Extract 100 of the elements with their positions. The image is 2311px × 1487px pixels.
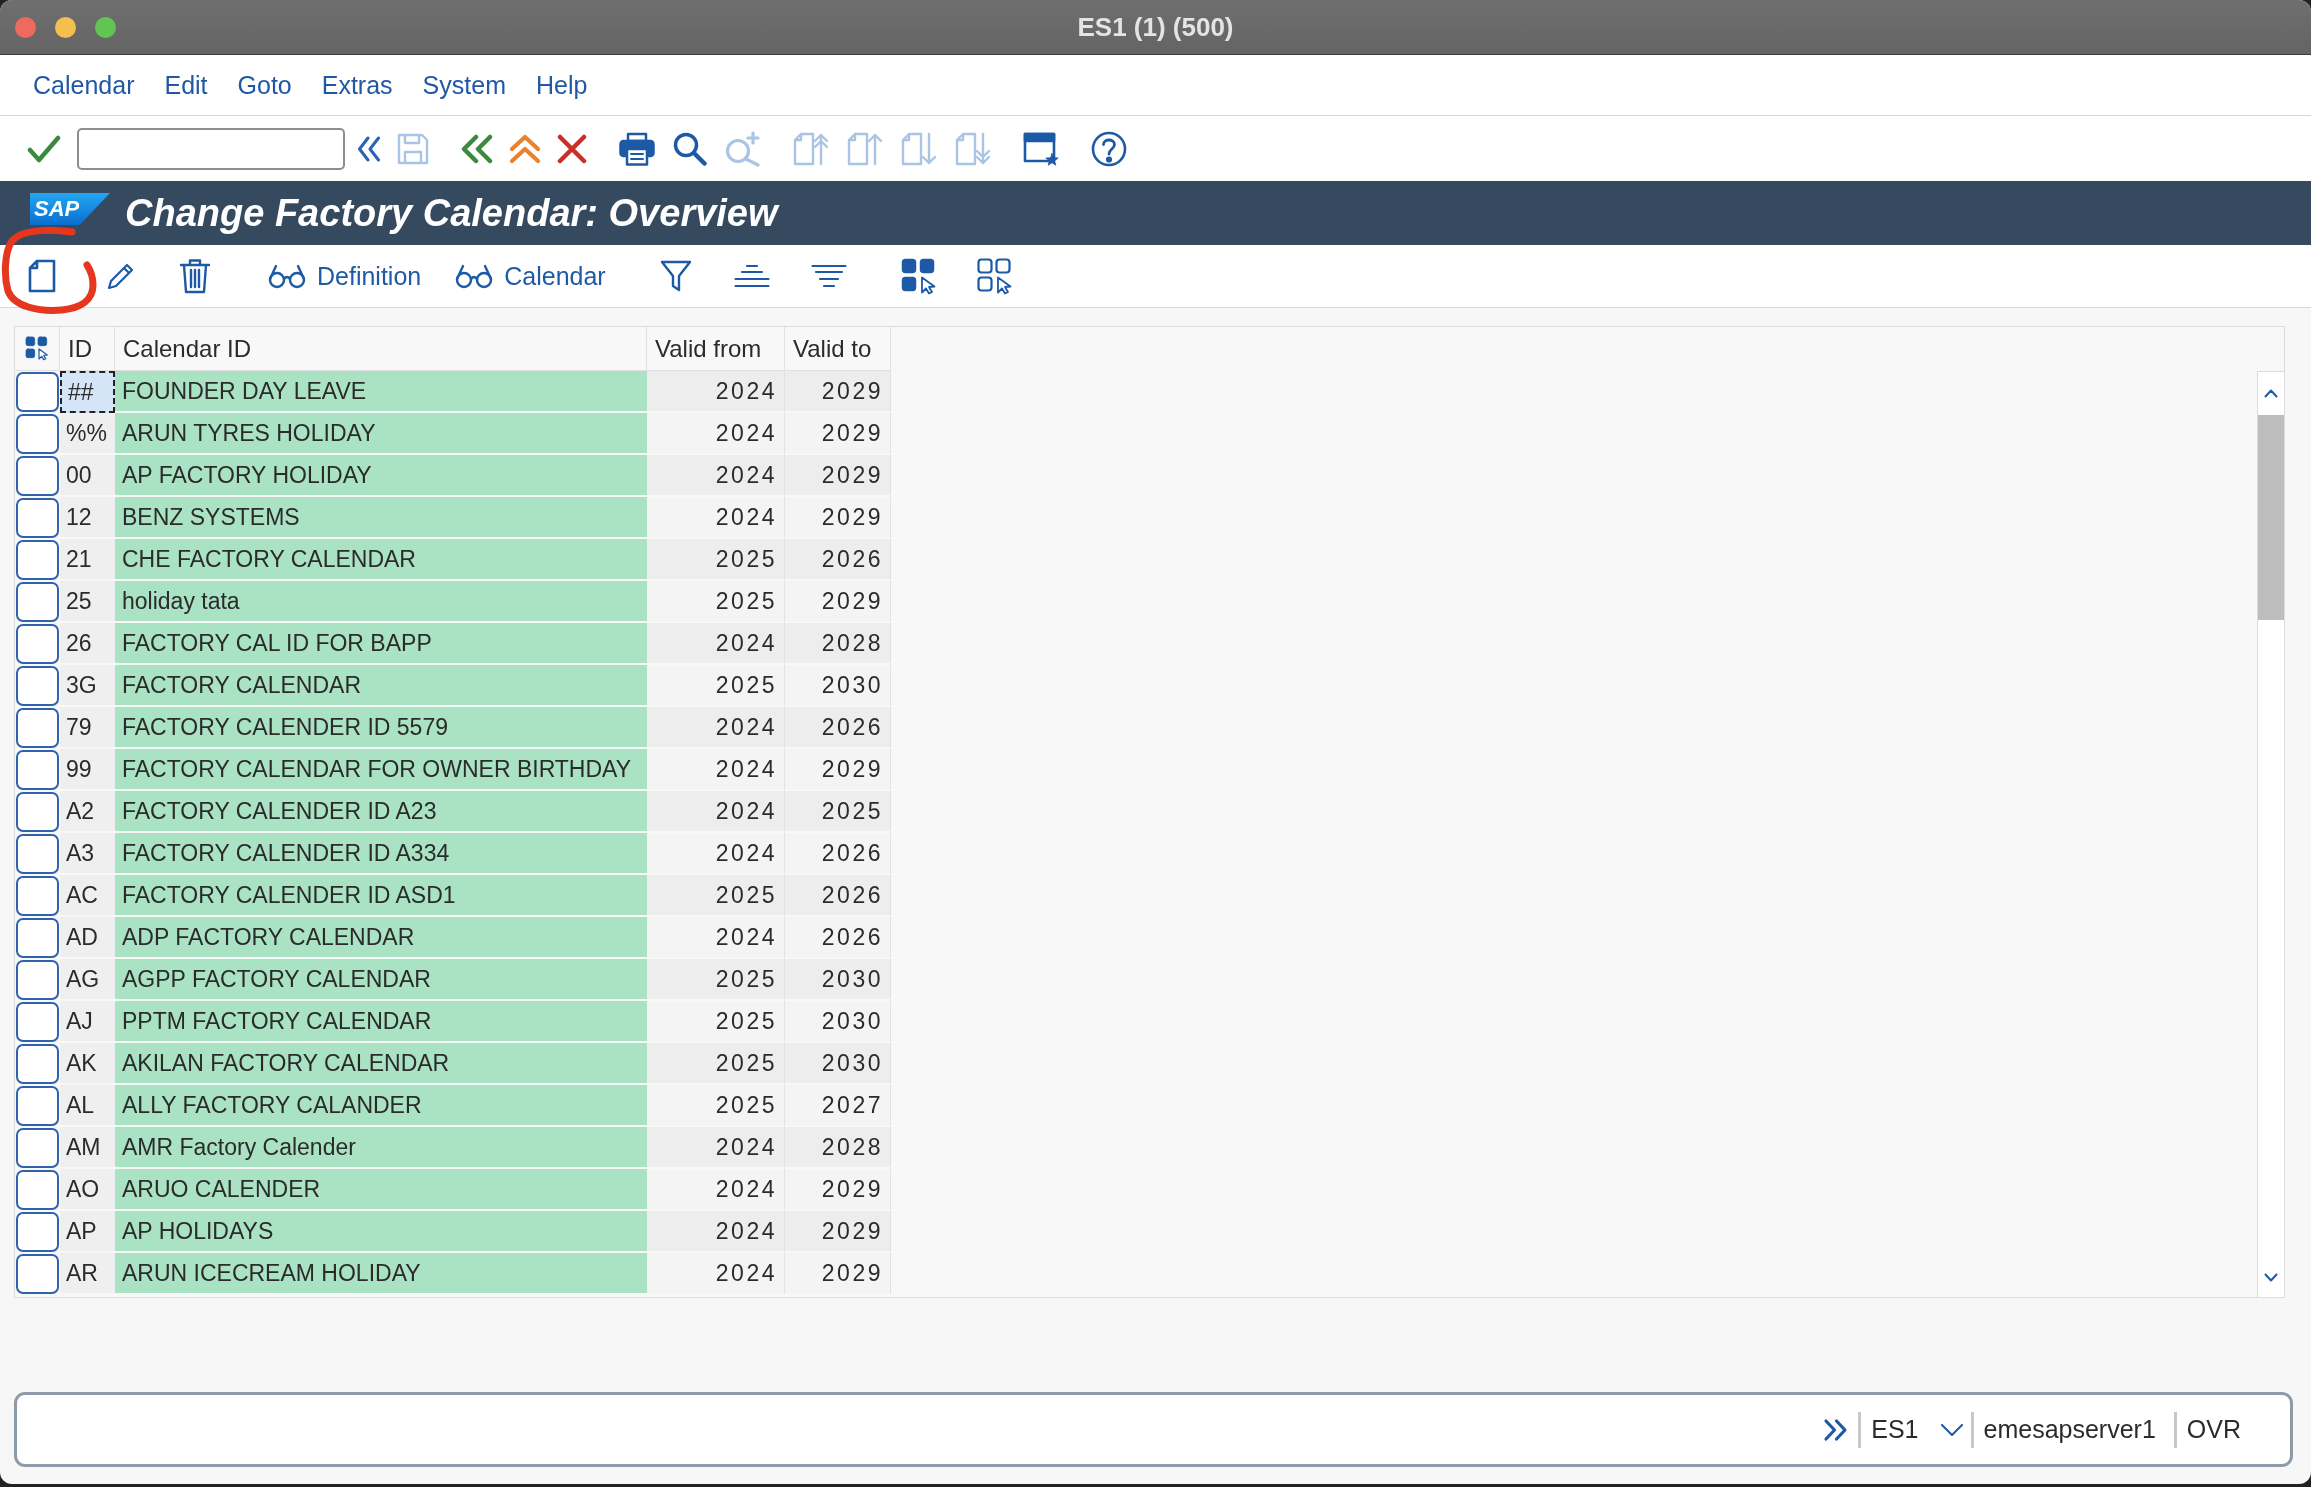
table-cell: 3G	[60, 665, 115, 707]
row-selector[interactable]	[16, 960, 59, 1000]
table-cell: 2030	[785, 1001, 891, 1043]
table-cell: AJ	[60, 1001, 115, 1043]
chevron-up-icon[interactable]	[2264, 389, 2278, 398]
menu-item[interactable]: Calendar	[33, 70, 135, 100]
table-cell: 2029	[785, 497, 891, 539]
funnel-icon[interactable]	[659, 259, 692, 293]
table-cell: ARUO CALENDER	[115, 1169, 647, 1211]
double-chevron-left-icon[interactable]	[461, 133, 493, 164]
table-cell: 2030	[785, 1043, 891, 1085]
checkmark-icon[interactable]	[27, 133, 61, 164]
row-selector[interactable]	[16, 456, 59, 496]
table-cell: 2024	[647, 413, 785, 455]
row-selector[interactable]	[16, 414, 59, 454]
row-selector[interactable]	[16, 876, 59, 916]
toolbar-button[interactable]: Calendar	[449, 257, 612, 295]
server-name: emesapserver1	[1983, 1415, 2156, 1444]
table-cell: 2024	[647, 749, 785, 791]
menu-item[interactable]: Extras	[321, 70, 393, 100]
table-cell: 2027	[785, 1085, 891, 1127]
row-selector[interactable]	[16, 1212, 59, 1252]
table-cell: A3	[60, 833, 115, 875]
table-cell: ALLY FACTORY CALANDER	[115, 1085, 647, 1127]
row-selector[interactable]	[16, 1044, 59, 1084]
double-chevron-left-icon[interactable]	[357, 135, 381, 162]
table-cell: 2029	[785, 749, 891, 791]
table-cell: FACTORY CAL ID FOR BAPP	[115, 623, 647, 665]
row-selector[interactable]	[16, 1002, 59, 1042]
row-selector[interactable]	[16, 1170, 59, 1210]
printer-icon[interactable]	[619, 131, 655, 166]
table-cell: AMR Factory Calender	[115, 1127, 647, 1169]
table-cell: 2029	[785, 581, 891, 623]
table-cell: %%	[60, 413, 115, 455]
table-cell: 2026	[785, 539, 891, 581]
table-cell: PPTM FACTORY CALENDAR	[115, 1001, 647, 1043]
scrollbar[interactable]	[2257, 371, 2284, 1297]
table-cell: AM	[60, 1127, 115, 1169]
row-selector[interactable]	[16, 834, 59, 874]
descending-lines-icon[interactable]	[810, 263, 847, 289]
row-selector[interactable]	[16, 666, 59, 706]
tiles-cursor-icon[interactable]	[25, 336, 49, 361]
table-cell: 2025	[647, 1001, 785, 1043]
row-selector[interactable]	[16, 1086, 59, 1126]
table-cell: 12	[60, 497, 115, 539]
table-cell: A2	[60, 791, 115, 833]
centered-lines-icon[interactable]	[733, 263, 770, 289]
table-cell: FACTORY CALENDAR	[115, 665, 647, 707]
table-cell: 2025	[647, 665, 785, 707]
table-cell: FACTORY CALENDAR FOR OWNER BIRTHDAY	[115, 749, 647, 791]
help-icon[interactable]	[1091, 130, 1127, 167]
page-icon[interactable]	[28, 259, 56, 293]
menu-item[interactable]: System	[422, 70, 506, 100]
menu-item[interactable]: Edit	[164, 70, 208, 100]
table-cell: 2025	[647, 581, 785, 623]
system-dropdown[interactable]: ES1	[1871, 1415, 1963, 1444]
tiles-cursor-icon[interactable]	[900, 257, 937, 295]
window-star-icon[interactable]	[1023, 130, 1059, 167]
toolbar-button[interactable]: Definition	[262, 257, 428, 295]
menu-item[interactable]: Help	[535, 70, 588, 100]
row-selector[interactable]	[16, 540, 59, 580]
row-selector[interactable]	[16, 792, 59, 832]
table-cell: FACTORY CALENDER ID A23	[115, 791, 647, 833]
table-cell: ARUN TYRES HOLIDAY	[115, 413, 647, 455]
double-chevron-up-icon[interactable]	[509, 133, 541, 164]
table-cell: ARUN ICECREAM HOLIDAY	[115, 1253, 647, 1295]
scrollbar-thumb[interactable]	[2258, 415, 2284, 620]
table-cell: AKILAN FACTORY CALENDAR	[115, 1043, 647, 1085]
table-cell: holiday tata	[115, 581, 647, 623]
tiles-outline-cursor-icon[interactable]	[976, 257, 1013, 295]
table-cell: 79	[60, 707, 115, 749]
row-selector[interactable]	[16, 498, 59, 538]
table-cell: 2026	[785, 917, 891, 959]
table-cell: 2025	[647, 1043, 785, 1085]
row-selector[interactable]	[16, 918, 59, 958]
pencil-icon[interactable]	[106, 261, 136, 291]
row-selector[interactable]	[16, 1128, 59, 1168]
table-cell: AGPP FACTORY CALENDAR	[115, 959, 647, 1001]
close-icon[interactable]	[557, 133, 587, 164]
minimize-window-icon[interactable]	[55, 16, 76, 38]
row-selector[interactable]	[16, 708, 59, 748]
chevron-down-icon[interactable]	[2264, 1272, 2278, 1282]
table-cell: FACTORY CALENDER ID ASD1	[115, 875, 647, 917]
menu-item[interactable]: Goto	[237, 70, 292, 100]
row-selector[interactable]	[16, 372, 59, 412]
row-selector[interactable]	[16, 750, 59, 790]
command-field[interactable]	[77, 127, 345, 170]
table-cell: 2026	[785, 875, 891, 917]
zoom-window-icon[interactable]	[95, 16, 116, 38]
table-cell: 00	[60, 455, 115, 497]
table-cell: 2030	[785, 959, 891, 1001]
row-selector[interactable]	[16, 624, 59, 664]
table-cell: 2024	[647, 1253, 785, 1295]
chevron-down-icon	[1940, 1423, 1963, 1436]
row-selector[interactable]	[16, 1254, 59, 1294]
trash-icon[interactable]	[179, 258, 211, 294]
search-icon[interactable]	[673, 131, 707, 166]
table-cell: 2024	[647, 1127, 785, 1169]
row-selector[interactable]	[16, 582, 59, 622]
table-cell: 26	[60, 623, 115, 665]
